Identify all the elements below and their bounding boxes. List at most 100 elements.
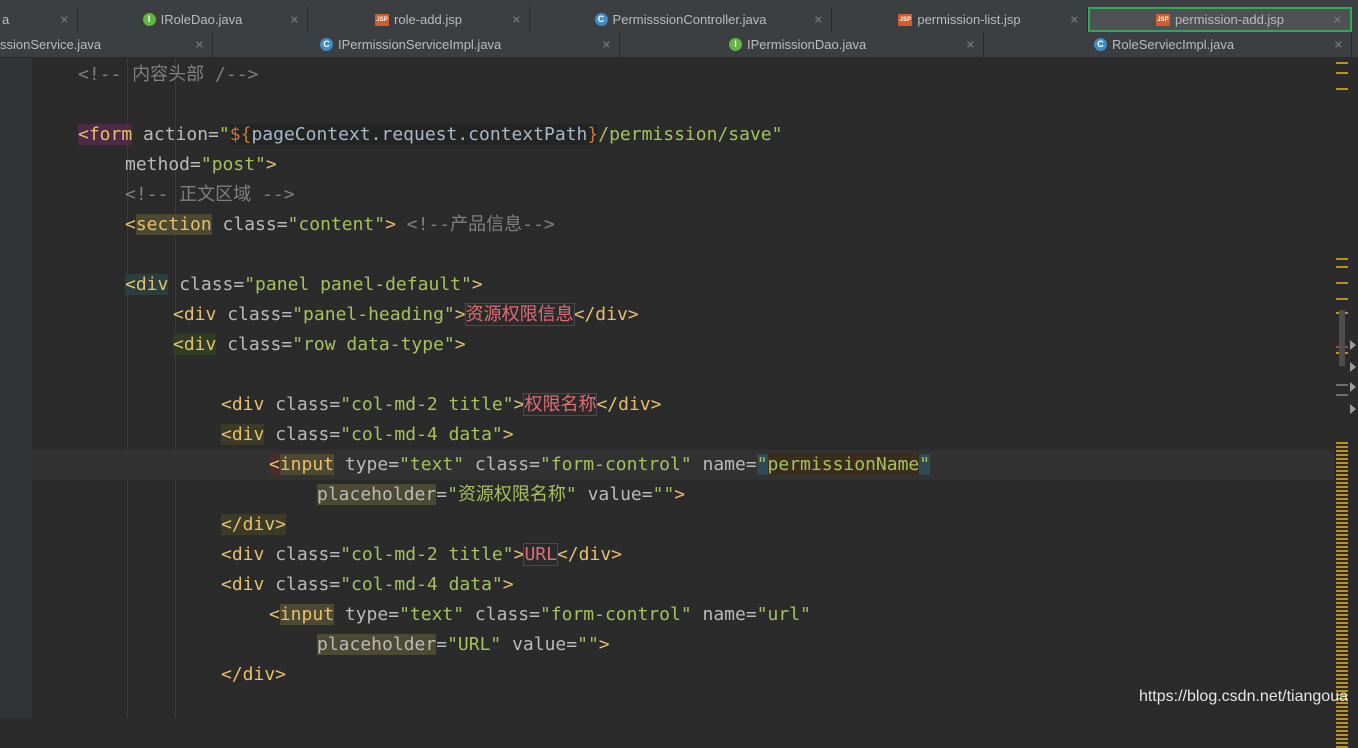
attr-name: value=	[576, 484, 653, 505]
tab-label: PermisssionController.java	[612, 12, 767, 27]
close-icon[interactable]: ✕	[60, 13, 69, 26]
code-line: <!-- 内容头部 /-->	[78, 60, 258, 90]
warning-marker[interactable]	[1336, 62, 1348, 64]
attr-name: class=	[216, 304, 293, 325]
comment: <!-- 内容头部 /-->	[78, 64, 259, 85]
interface-icon: I	[729, 38, 742, 51]
tag-name: form	[88, 124, 133, 145]
attr-name: placeholder	[317, 634, 437, 655]
warning-marker[interactable]	[1336, 72, 1348, 74]
close-icon[interactable]: ✕	[814, 13, 823, 26]
tag-name: div	[183, 334, 217, 355]
tag-name: input	[279, 454, 335, 475]
attr-equals: =	[436, 634, 448, 655]
code-line: <input type="text" class="form-control" …	[269, 600, 811, 630]
info-marker[interactable]	[1336, 384, 1348, 386]
editor-tab[interactable]: JSP role-add.jsp ✕	[308, 7, 530, 32]
close-icon[interactable]: ✕	[512, 13, 521, 26]
warning-marker[interactable]	[1336, 258, 1348, 260]
attr-name: class=	[464, 454, 540, 475]
attr-value: ""	[577, 634, 599, 655]
warning-marker[interactable]	[1336, 282, 1348, 284]
attr-name: type=	[334, 454, 400, 475]
closing-tag: </div>	[596, 394, 662, 415]
info-marker[interactable]	[1336, 394, 1348, 396]
code-line: <input type="text" class="form-control" …	[269, 450, 931, 480]
warning-marker[interactable]	[1336, 88, 1348, 90]
attr-name: name=	[691, 454, 757, 475]
tab-label: IRoleDao.java	[160, 12, 243, 27]
editor-tab[interactable]: ssionService.java ✕	[0, 32, 213, 57]
tag-bracket: >	[513, 544, 525, 565]
editor-tab[interactable]: C RoleServiecImpl.java ✕	[984, 32, 1352, 57]
tag-name: div	[183, 304, 217, 325]
attr-name: value=	[501, 634, 578, 655]
code-line: </div>	[221, 510, 287, 540]
warning-marker[interactable]	[1336, 266, 1348, 268]
editor-scrollbar[interactable]	[1334, 58, 1358, 748]
attr-value: "col-md-4 data"	[340, 424, 503, 445]
tab-label: RoleServiecImpl.java	[1112, 37, 1235, 52]
code-line: <div class="panel panel-default">	[125, 270, 483, 300]
tag-open: <div	[221, 424, 265, 445]
tag-name: div	[135, 274, 169, 295]
attr-value: "text"	[399, 454, 465, 475]
editor-tab[interactable]: JSP permission-list.jsp ✕	[832, 7, 1088, 32]
tag-bracket: <	[173, 334, 184, 355]
close-icon[interactable]: ✕	[195, 38, 204, 51]
el-expr-close: }	[587, 124, 599, 145]
tab-label: ssionService.java	[0, 37, 102, 52]
tag-bracket: <	[78, 124, 89, 145]
attr-name: class=	[264, 574, 341, 595]
tag-open: <div	[221, 544, 265, 565]
warning-marker[interactable]	[1336, 298, 1348, 300]
attr-name: class=	[464, 604, 540, 625]
attr-name: type=	[334, 604, 400, 625]
closing-tag: </div>	[221, 514, 287, 535]
tab-label: a	[2, 12, 10, 27]
text-content: 资源权限信息	[464, 303, 575, 326]
editor-tab[interactable]: C IPermissionServiceImpl.java ✕	[213, 32, 620, 57]
tag-bracket: >	[502, 574, 514, 595]
editor-tab[interactable]: C PermisssionController.java ✕	[530, 7, 832, 32]
editor-tab[interactable]: a ✕	[0, 7, 78, 32]
scrollbar-thumb[interactable]	[1339, 310, 1345, 366]
editor-tab-active[interactable]: JSP permission-add.jsp ✕	[1088, 7, 1352, 32]
tag-bracket: >	[385, 214, 407, 235]
tag-bracket: >	[265, 154, 277, 175]
attr-value: "panel panel-default"	[244, 274, 472, 295]
editor-tab[interactable]: I IPermissionDao.java ✕	[620, 32, 984, 57]
tag-open: <div	[221, 394, 265, 415]
jsp-icon: JSP	[375, 13, 390, 26]
expand-arrow-icon[interactable]	[1350, 340, 1356, 350]
tag-name: input	[279, 604, 335, 625]
attr-value: "col-md-4 data"	[340, 574, 503, 595]
close-icon[interactable]: ✕	[290, 13, 299, 26]
expand-arrow-icon[interactable]	[1350, 382, 1356, 392]
close-icon[interactable]: ✕	[602, 38, 611, 51]
code-line: <div class="row data-type">	[173, 330, 466, 360]
tag-bracket: <	[269, 604, 280, 625]
code-line: placeholder="URL" value="">	[317, 630, 610, 660]
close-icon[interactable]: ✕	[1334, 38, 1343, 51]
class-icon: C	[320, 38, 333, 51]
attr-value: ""	[652, 484, 675, 505]
editor-tab[interactable]: I IRoleDao.java ✕	[78, 7, 308, 32]
el-expression: pageContext.request.contextPath	[251, 124, 588, 145]
attr-name: action=	[132, 124, 219, 145]
attr-value: "url"	[756, 604, 811, 625]
window-top-strip	[0, 0, 1358, 7]
tab-label: IPermissionServiceImpl.java	[338, 37, 502, 52]
close-icon[interactable]: ✕	[966, 38, 975, 51]
close-icon[interactable]: ✕	[1333, 13, 1342, 26]
expand-arrow-icon[interactable]	[1350, 404, 1356, 414]
close-icon[interactable]: ✕	[1070, 13, 1079, 26]
tab-label: IPermissionDao.java	[747, 37, 867, 52]
expand-arrow-icon[interactable]	[1350, 362, 1356, 372]
tab-label: permission-add.jsp	[1174, 12, 1285, 27]
attr-name: class=	[216, 334, 293, 355]
code-line: <section class="content"> <!--产品信息-->	[125, 210, 555, 240]
comment: <!--产品信息-->	[406, 214, 555, 235]
attr-name: name=	[691, 604, 757, 625]
code-editor[interactable]: <!-- 内容头部 /--> <form action="${pageConte…	[0, 58, 1334, 718]
